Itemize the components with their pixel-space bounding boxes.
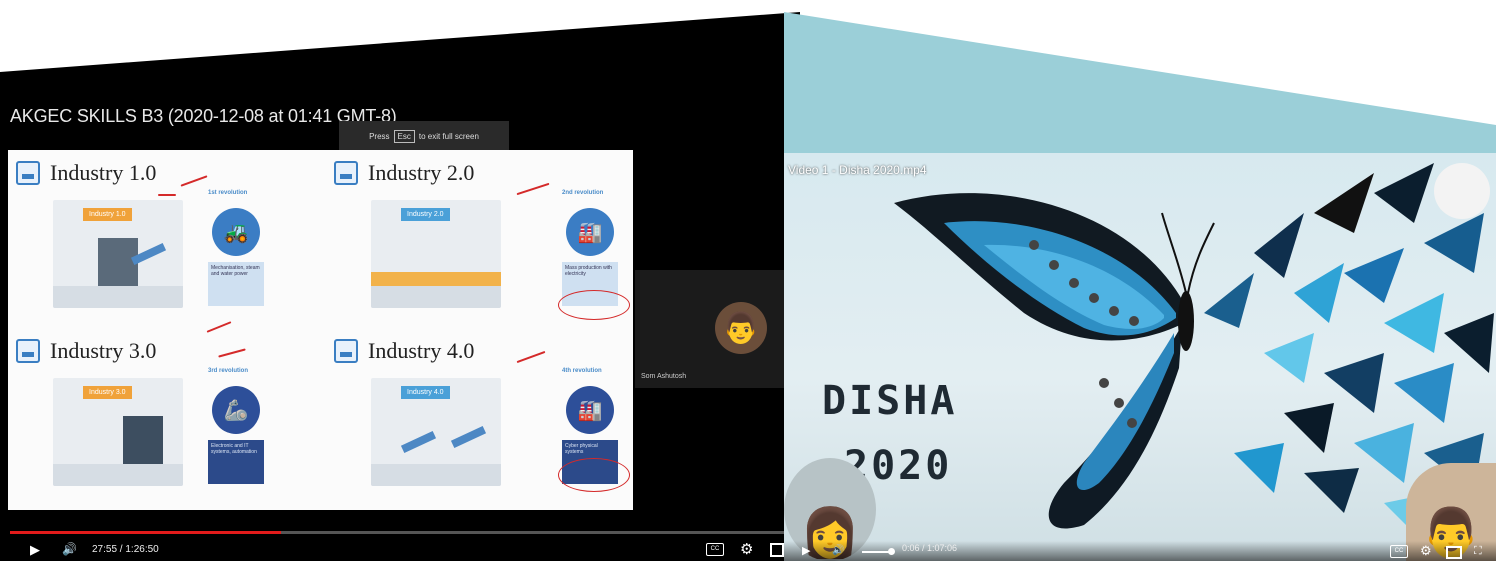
factory-icon: 🏭: [566, 208, 614, 256]
esc-key-icon: Esc: [393, 129, 415, 143]
time-display: 27:55 / 1:26:50: [92, 544, 159, 555]
illustration-tag: Industry 1.0: [83, 208, 132, 221]
industry-1-section: Industry 1.0 Industry 1.0 1st revolution…: [8, 150, 318, 325]
section-title: Industry 2.0: [368, 160, 475, 185]
play-icon[interactable]: ▶: [802, 541, 810, 561]
presentation-slide: Industry 1.0 Industry 1.0 1st revolution…: [8, 150, 633, 510]
fullscreen-hint: Press Esc to exit full screen: [339, 121, 509, 151]
industry-illustration: Industry 1.0: [53, 200, 183, 308]
revolution-note: Electronic and IT systems, automation: [208, 440, 264, 484]
revolution-label: 3rd revolution: [208, 368, 249, 374]
industry-illustration: Industry 3.0: [53, 378, 183, 486]
document-icon: [334, 339, 358, 363]
document-icon: [334, 161, 358, 185]
hint-suffix: to exit full screen: [418, 131, 479, 141]
industry-4-section: Industry 4.0 Industry 4.0 4th revolution…: [326, 328, 633, 503]
volume-slider[interactable]: [862, 551, 891, 553]
annotation-stroke: [158, 194, 176, 196]
industry-3-section: Industry 3.0 Industry 3.0 3rd revolution…: [8, 321, 318, 503]
volume-handle[interactable]: [887, 548, 895, 555]
section-title: Industry 1.0: [50, 160, 157, 185]
cc-icon[interactable]: CC: [706, 543, 724, 556]
smart-factory-icon: 🏭: [566, 386, 614, 434]
video-title: Video 1 - Disha 2020.mp4: [788, 163, 927, 177]
revolution-note: Mechanisation, steam and water power: [208, 262, 264, 306]
revolution-label: 2nd revolution: [562, 190, 604, 196]
play-icon[interactable]: ▶: [30, 538, 40, 561]
progress-bar[interactable]: [10, 531, 784, 534]
tractor-icon: 🚜: [212, 208, 260, 256]
revolution-label: 4th revolution: [562, 368, 602, 374]
disha-word: DISHA: [822, 378, 958, 424]
annotation-stroke: [218, 348, 246, 358]
butterfly-artwork: [894, 163, 1494, 543]
industry-2-section: Industry 2.0 Industry 2.0 2nd revolution…: [326, 150, 633, 325]
illustration-tag: Industry 3.0: [83, 386, 132, 399]
settings-icon[interactable]: ⚙: [1420, 541, 1432, 561]
volume-icon[interactable]: 🔊: [62, 538, 77, 561]
illustration-tag: Industry 4.0: [401, 386, 450, 399]
player-controls: ▶ 🔊 27:55 / 1:26:50 CC ⚙: [0, 538, 784, 561]
player-controls: ▶ 🔊 0:06 / 1:07:06 CC ⚙ ⛶: [784, 541, 1496, 561]
volume-icon[interactable]: 🔊: [832, 541, 844, 561]
fullscreen-icon[interactable]: ⛶: [1474, 541, 1482, 561]
participant-name: Som Ashutosh: [641, 373, 687, 380]
avatar: 👨: [715, 302, 767, 354]
section-title: Industry 3.0: [50, 338, 157, 363]
document-icon: [16, 161, 40, 185]
industry-illustration: Industry 4.0: [371, 378, 501, 486]
annotation-stroke: [516, 182, 550, 196]
settings-icon[interactable]: ⚙: [740, 538, 753, 561]
document-icon: [16, 339, 40, 363]
annotation-circle: [558, 458, 630, 492]
progress-fill: [10, 531, 281, 534]
right-video-player[interactable]: Video 1 - Disha 2020.mp4 DISHA 2020 👩 👨 …: [784, 153, 1496, 561]
miniplayer-icon[interactable]: [770, 543, 784, 557]
miniplayer-icon[interactable]: [1446, 546, 1462, 559]
cc-icon[interactable]: CC: [1390, 545, 1408, 558]
left-video-player[interactable]: AKGEC SKILLS B3 (2020-12-08 at 01:41 GMT…: [0, 80, 784, 561]
annotation-stroke: [180, 175, 208, 187]
industry-illustration: Industry 2.0: [371, 200, 501, 308]
robot-arm-icon: 🦾: [212, 386, 260, 434]
revolution-label: 1st revolution: [208, 190, 248, 196]
participant-tile[interactable]: 👨 Som Ashutosh: [635, 270, 784, 388]
section-title: Industry 4.0: [368, 338, 475, 363]
logo-icon: [1434, 163, 1490, 219]
time-display: 0:06 / 1:07:06: [902, 543, 958, 553]
hint-prefix: Press: [369, 131, 390, 141]
annotation-stroke: [516, 350, 546, 364]
illustration-tag: Industry 2.0: [401, 208, 450, 221]
annotation-circle: [558, 290, 630, 320]
